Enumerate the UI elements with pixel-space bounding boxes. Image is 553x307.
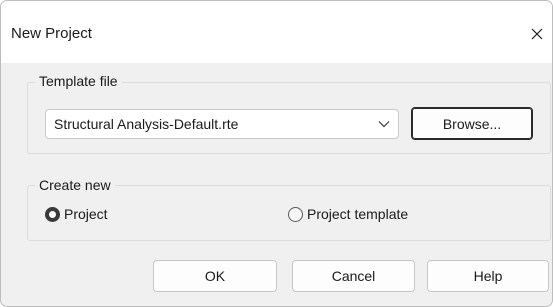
template-file-dropdown[interactable]: Structural Analysis-Default.rte — [45, 109, 399, 139]
title-bar: New Project — [1, 1, 552, 63]
browse-button[interactable]: Browse... — [411, 107, 533, 140]
new-project-dialog: New Project Template file Structural Ana… — [0, 0, 553, 307]
template-file-label: Template file — [35, 73, 122, 89]
chevron-down-icon — [378, 121, 390, 128]
create-new-label: Create new — [35, 177, 115, 193]
template-file-value: Structural Analysis-Default.rte — [54, 116, 239, 132]
radio-checked-icon — [45, 206, 60, 222]
project-radio-label: Project — [64, 206, 108, 222]
project-radio[interactable]: Project — [45, 206, 108, 222]
close-button[interactable] — [522, 19, 552, 49]
radio-unchecked-icon — [288, 206, 303, 222]
ok-button[interactable]: OK — [153, 260, 277, 292]
project-template-radio-label: Project template — [307, 206, 409, 222]
cancel-button[interactable]: Cancel — [292, 260, 415, 292]
close-icon — [531, 28, 543, 40]
help-button[interactable]: Help — [427, 260, 549, 292]
project-template-radio[interactable]: Project template — [288, 206, 408, 222]
dialog-title: New Project — [11, 25, 92, 42]
